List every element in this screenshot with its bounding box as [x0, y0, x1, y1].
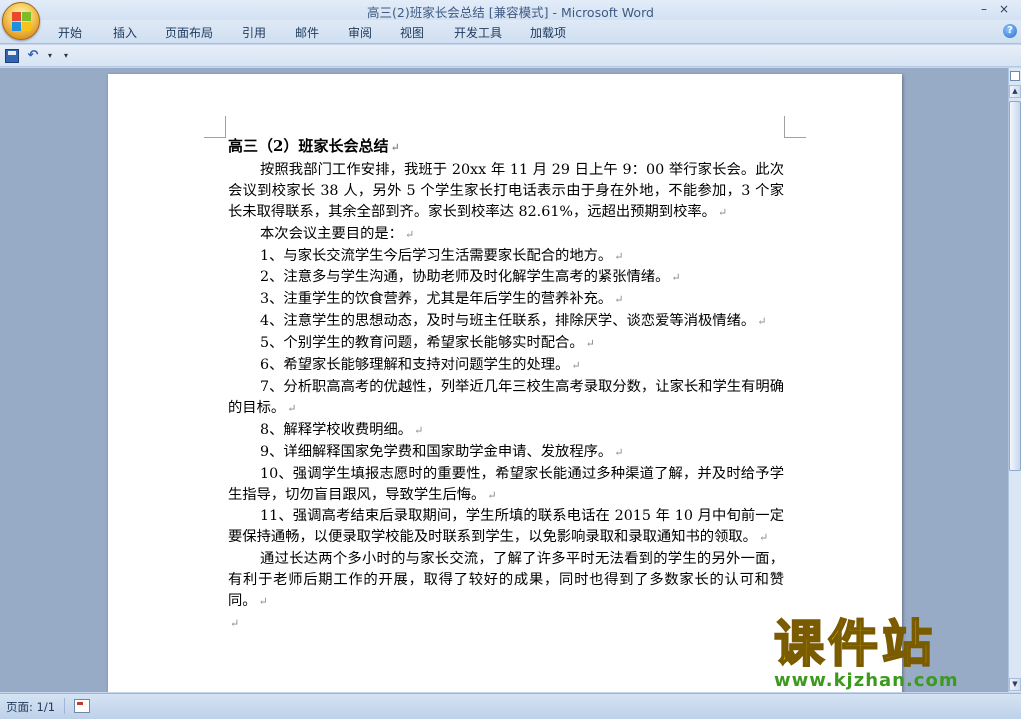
customize-toolbar-icon[interactable]: ▾ [58, 48, 74, 64]
window-title: 高三(2)班家长会总结 [兼容模式] - Microsoft Word [367, 5, 654, 20]
list-item: 7、分析职高高考的优越性，列举近几年三校生高考录取分数，让家长和学生有明确的目标… [228, 378, 784, 416]
paragraph: 按照我部门工作安排，我班于 20xx 年 11 月 29 日上午 9：00 举行… [228, 161, 784, 220]
margin-corner-mark [204, 116, 226, 138]
minimize-button[interactable]: – [974, 1, 994, 17]
title-bar: 高三(2)班家长会总结 [兼容模式] - Microsoft Word – × [0, 0, 1021, 20]
close-button[interactable]: × [994, 1, 1014, 17]
tab-view[interactable]: 视图 [400, 24, 424, 41]
tab-review[interactable]: 审阅 [348, 24, 372, 41]
tab-home[interactable]: 开始 [58, 24, 82, 41]
list-item: 10、强调学生填报志愿时的重要性，希望家长能通过多种渠道了解，并及时给予学生指导… [228, 465, 784, 503]
empty-paragraph: ↵ [230, 616, 240, 630]
document-workspace: 高三（2）班家长会总结 ↵ 按照我部门工作安排，我班于 20xx 年 11 月 2… [0, 68, 1008, 692]
status-divider [64, 698, 65, 714]
list-item: 3、注重学生的饮食营养，尤其是年后学生的营养补充。 ↵ [260, 291, 624, 308]
list-item: 11、强调高考结束后录取期间，学生所填的联系电话在 2015 年 10 月中旬前… [228, 508, 784, 546]
help-icon[interactable]: ? [1003, 24, 1017, 38]
ruler-toggle-icon[interactable] [1010, 71, 1020, 81]
document-page[interactable]: 高三（2）班家长会总结 ↵ 按照我部门工作安排，我班于 20xx 年 11 月 2… [108, 74, 902, 692]
vertical-scrollbar[interactable]: ▲ ▼ [1008, 68, 1021, 692]
proofing-icon[interactable] [74, 699, 90, 713]
ribbon-tabs: 开始 插入 页面布局 引用 邮件 审阅 视图 开发工具 加载项 ? [0, 20, 1021, 44]
list-item: 4、注意学生的思想动态，及时与班主任联系，排除厌学、谈恋爱等消极情绪。 ↵ [260, 313, 767, 330]
margin-corner-mark [784, 116, 806, 138]
document-title: 高三（2）班家长会总结 ↵ [228, 137, 400, 155]
office-button[interactable] [2, 2, 40, 40]
undo-dropdown-icon[interactable]: ▾ [42, 48, 58, 64]
status-bar: 页面: 1/1 [0, 693, 1021, 719]
tab-mailings[interactable]: 邮件 [295, 24, 319, 41]
paragraph: 本次会议主要目的是： ↵ [260, 225, 415, 242]
tab-references[interactable]: 引用 [242, 24, 266, 41]
office-logo-icon [12, 12, 32, 32]
tab-insert[interactable]: 插入 [113, 24, 137, 41]
list-item: 6、希望家长能够理解和支持对问题学生的处理。 ↵ [260, 357, 581, 374]
scrollbar-thumb[interactable] [1009, 101, 1021, 471]
scroll-down-icon[interactable]: ▼ [1009, 678, 1021, 691]
tab-add-ins[interactable]: 加载项 [530, 24, 566, 41]
quick-access-toolbar: ↶ ▾ ▾ [0, 45, 1021, 67]
tab-page-layout[interactable]: 页面布局 [165, 24, 213, 41]
list-item: 2、注意多与学生沟通，协助老师及时化解学生高考的紧张情绪。 ↵ [260, 269, 681, 286]
list-item: 8、解释学校收费明细。 ↵ [260, 421, 424, 438]
page-number-indicator[interactable]: 页面: 1/1 [6, 699, 55, 715]
scroll-up-icon[interactable]: ▲ [1009, 85, 1021, 98]
list-item: 1、与家长交流学生今后学习生活需要家长配合的地方。 ↵ [260, 247, 624, 264]
document-body[interactable]: 高三（2）班家长会总结 ↵ 按照我部门工作安排，我班于 20xx 年 11 月 2… [228, 136, 784, 635]
paragraph: 通过长达两个多小时的与家长交流，了解了许多平时无法看到的学生的另外一面，有利于老… [228, 551, 784, 610]
list-item: 9、详细解释国家免学费和国家助学金申请、发放程序。 ↵ [260, 443, 624, 460]
undo-icon[interactable]: ↶ [25, 48, 41, 64]
tab-developer[interactable]: 开发工具 [454, 24, 502, 41]
list-item: 5、个别学生的教育问题，希望家长能够实时配合。 ↵ [260, 335, 595, 352]
save-icon[interactable] [4, 48, 20, 64]
